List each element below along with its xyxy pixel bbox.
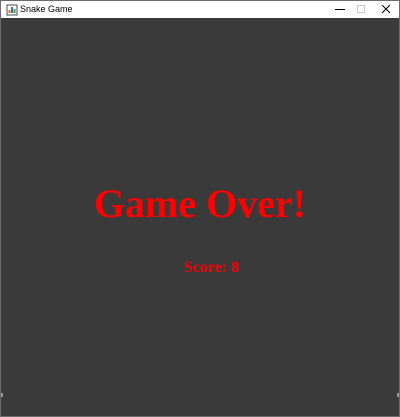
maximize-button[interactable] <box>349 1 373 18</box>
game-over-message: Game Over! <box>93 181 307 226</box>
game-window: Snake Game Game Over! Score: 8 <box>0 0 400 417</box>
minimize-icon <box>335 1 345 19</box>
close-icon <box>381 1 391 19</box>
game-canvas[interactable]: Game Over! Score: 8 <box>1 18 399 416</box>
right-edge-mark <box>397 393 399 397</box>
maximize-icon <box>356 1 366 19</box>
close-button[interactable] <box>374 1 398 18</box>
score-text: Score: 8 <box>184 259 240 276</box>
left-edge-mark <box>1 393 3 397</box>
window-title: Snake Game <box>20 4 73 14</box>
app-icon <box>6 3 18 16</box>
title-bar[interactable]: Snake Game <box>1 1 399 18</box>
